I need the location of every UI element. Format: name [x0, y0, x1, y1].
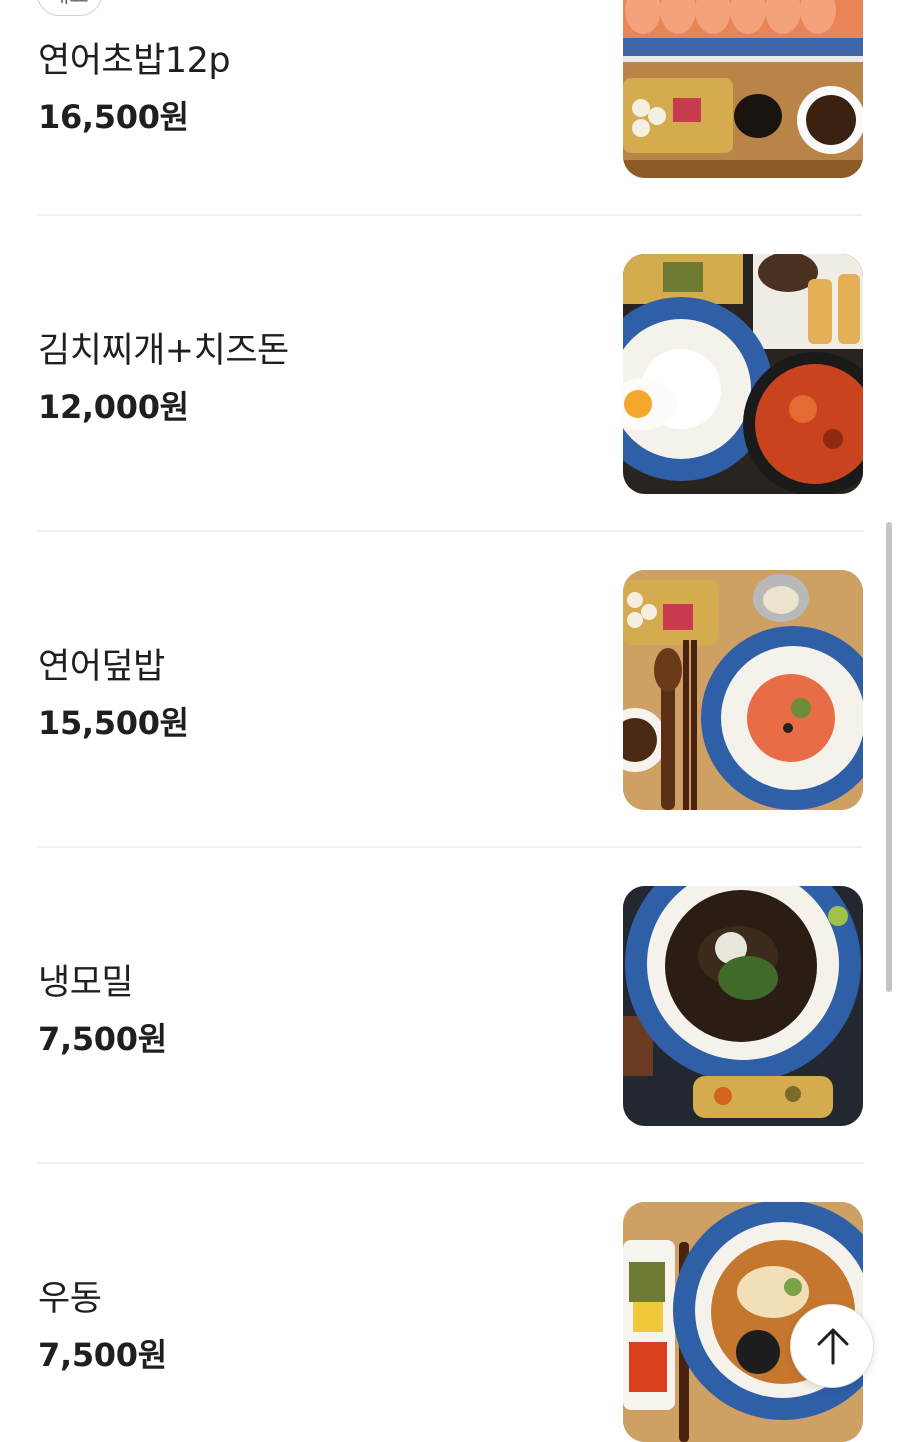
menu-item-name: 우동 [38, 1279, 102, 1319]
menu-item-udon[interactable]: 우동 7,500원 [0, 1164, 900, 1442]
menu-item-price: 12,000원 [38, 388, 189, 426]
cold-buckwheat-noodle-photo [623, 886, 863, 1126]
menu-item-salmon-bowl[interactable]: 연어덮밥 15,500원 [0, 532, 900, 847]
kimchi-stew-cheese-cutlet-photo [623, 254, 863, 494]
menu-item-price: 16,500원 [38, 98, 189, 136]
scrollbar[interactable] [886, 522, 892, 992]
menu-item-kimchi-stew[interactable]: 김치찌개+치즈돈 12,000원 [0, 216, 900, 531]
menu-item-price: 7,500원 [38, 1020, 167, 1058]
menu-item-name: 냉모밀 [38, 963, 134, 1003]
representative-badge: 대표 [37, 0, 102, 16]
menu-item-price: 7,500원 [38, 1336, 167, 1374]
menu-item-cold-buckwheat[interactable]: 냉모밀 7,500원 [0, 848, 900, 1163]
menu-item-name: 연어초밥12p [38, 41, 231, 81]
scroll-to-top-button[interactable] [790, 1304, 874, 1388]
salmon-rice-bowl-photo [623, 570, 863, 810]
menu-item-name: 연어덮밥 [38, 647, 165, 687]
menu-item-price: 15,500원 [38, 704, 189, 742]
arrow-up-icon [817, 1328, 849, 1365]
menu-item-name: 김치찌개+치즈돈 [38, 331, 289, 371]
salmon-sushi-photo [623, 0, 863, 178]
menu-item-salmon-sushi[interactable]: 대표 연어초밥12p 16,500원 [0, 0, 900, 215]
